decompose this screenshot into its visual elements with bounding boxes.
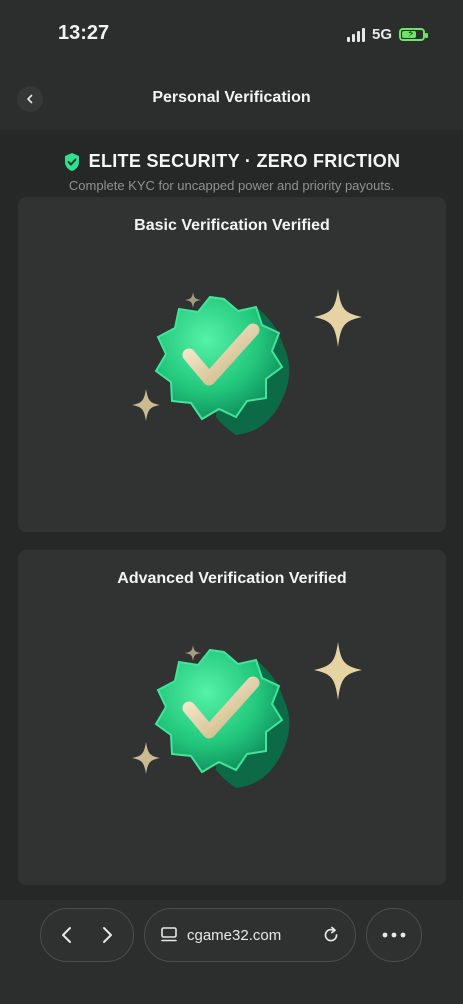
page-menu-icon[interactable] xyxy=(159,925,179,945)
hero-title: ELITE SECURITY · ZERO FRICTION xyxy=(88,151,401,171)
basic-verification-card: Basic Verification Verified xyxy=(18,197,446,532)
nav-header: Personal Verification xyxy=(0,66,463,130)
status-bar: 13:27 5G ⚡ xyxy=(0,0,463,66)
more-options-button[interactable] xyxy=(366,908,422,962)
address-bar[interactable]: cgame32.com xyxy=(144,908,356,962)
hero-heading: ELITE SECURITY · ZERO FRICTION xyxy=(0,151,463,172)
browser-toolbar: cgame32.com xyxy=(0,900,463,1004)
main-content[interactable]: ELITE SECURITY · ZERO FRICTION Complete … xyxy=(0,130,463,900)
verified-badge-icon xyxy=(132,642,362,788)
hero-subtitle: Complete KYC for uncapped power and prio… xyxy=(68,178,395,193)
browser-back-button[interactable] xyxy=(52,920,82,950)
chevron-left-icon xyxy=(62,927,71,943)
shield-check-icon xyxy=(64,152,79,171)
status-indicators: 5G ⚡ xyxy=(346,26,428,43)
url-text[interactable]: cgame32.com xyxy=(187,927,313,944)
card-title: Basic Verification Verified xyxy=(134,217,330,234)
card-title: Advanced Verification Verified xyxy=(117,570,347,587)
chevron-right-icon xyxy=(103,927,112,943)
network-label: 5G xyxy=(371,26,392,43)
page-title: Personal Verification xyxy=(152,89,311,106)
browser-forward-button[interactable] xyxy=(92,920,122,950)
history-nav-group xyxy=(40,908,134,962)
reload-icon[interactable] xyxy=(321,925,341,945)
status-time: 13:27 xyxy=(58,22,110,44)
more-horizontal-icon xyxy=(382,932,406,938)
battery-icon: ⚡ xyxy=(399,28,428,41)
advanced-verification-card: Advanced Verification Verified xyxy=(18,550,446,885)
signal-icon xyxy=(346,27,365,42)
verified-badge-icon xyxy=(132,289,362,435)
